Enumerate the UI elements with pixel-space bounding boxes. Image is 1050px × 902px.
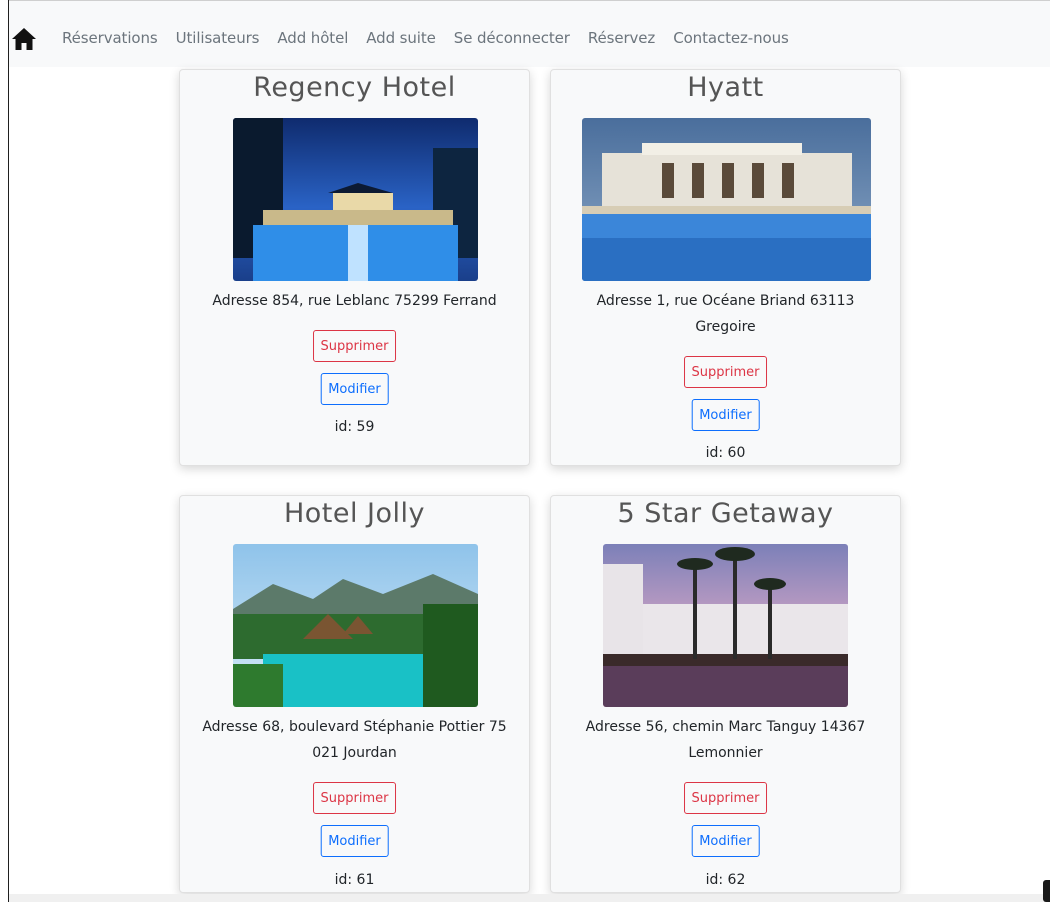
hotel-id: id: 62 (705, 872, 746, 888)
hotel-address: Adresse 854, rue Leblanc 75299 Ferrand (212, 293, 497, 309)
edit-button[interactable]: Modifier (320, 825, 389, 857)
hotel-id: id: 59 (334, 419, 375, 435)
nav-link-add-hotel[interactable]: Add hôtel (277, 29, 348, 47)
window-left-border (8, 0, 9, 902)
hotel-name: Regency Hotel (253, 72, 456, 103)
edit-button[interactable]: Modifier (320, 373, 389, 405)
hotel-card: Hyatt Adresse 1, rue Océane Briand 63113… (550, 69, 901, 466)
hotel-image (582, 118, 871, 281)
nav-link-contact[interactable]: Contactez-nous (673, 29, 789, 47)
nav-link-add-suite[interactable]: Add suite (366, 29, 436, 47)
hotel-address: Adresse 68, boulevard Stéphanie Pottier … (202, 719, 507, 761)
hotel-name: Hotel Jolly (283, 498, 426, 529)
hotel-id: id: 60 (705, 445, 746, 461)
hotel-name: Hyatt (687, 72, 764, 103)
hotel-address: Adresse 1, rue Océane Briand 63113 Grego… (596, 293, 855, 335)
edit-button[interactable]: Modifier (691, 825, 760, 857)
nav-link-utilisateurs[interactable]: Utilisateurs (176, 29, 260, 47)
hotel-name: 5 Star Getaway (617, 498, 834, 529)
hotel-image (603, 544, 848, 707)
nav-links: Réservations Utilisateurs Add hôtel Add … (62, 29, 807, 47)
hotel-image (233, 118, 478, 281)
delete-button[interactable]: Supprimer (683, 356, 768, 388)
nav-link-reservations[interactable]: Réservations (62, 29, 158, 47)
scroll-handle[interactable] (1043, 880, 1050, 902)
hotel-card: 5 Star Getaway Adresse 56, chemin Marc T… (550, 495, 901, 893)
delete-button[interactable]: Supprimer (312, 782, 397, 814)
delete-button[interactable]: Supprimer (683, 782, 768, 814)
delete-button[interactable]: Supprimer (312, 330, 397, 362)
nav-link-reservez[interactable]: Réservez (588, 29, 655, 47)
hotel-address: Adresse 56, chemin Marc Tanguy 14367 Lem… (585, 719, 866, 761)
navbar: Réservations Utilisateurs Add hôtel Add … (9, 1, 1050, 67)
hotel-image (233, 544, 478, 707)
nav-link-logout[interactable]: Se déconnecter (454, 29, 570, 47)
home-icon[interactable] (11, 27, 37, 51)
hotel-card: Hotel Jolly Adresse 68, boulevard Stépha… (179, 495, 530, 893)
hotel-id: id: 61 (334, 872, 375, 888)
hotel-card: Regency Hotel Adresse 854, rue Leblanc 7… (179, 69, 530, 466)
edit-button[interactable]: Modifier (691, 399, 760, 431)
footer-strip (9, 894, 1050, 902)
